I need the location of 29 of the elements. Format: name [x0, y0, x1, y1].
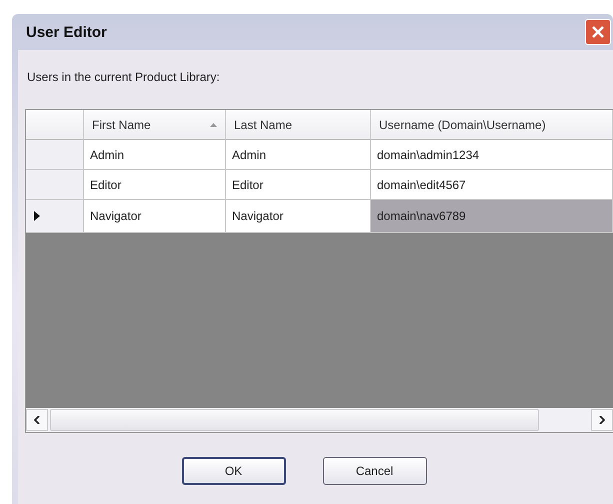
- scroll-left-button[interactable]: [26, 409, 48, 431]
- table-cell[interactable]: Admin: [226, 140, 371, 170]
- column-header[interactable]: Last Name: [226, 110, 371, 140]
- close-icon: [590, 24, 606, 40]
- current-row-icon: [34, 211, 40, 221]
- scrollbar-thumb[interactable]: [50, 409, 539, 431]
- caption-label: Users in the current Product Library:: [27, 70, 221, 84]
- table-cell[interactable]: domain\nav6789: [371, 200, 613, 233]
- window-title: User Editor: [26, 24, 107, 40]
- table-cell[interactable]: Navigator: [84, 200, 226, 233]
- table-cell[interactable]: Admin: [84, 140, 226, 170]
- table-cell[interactable]: Navigator: [226, 200, 371, 233]
- row-header[interactable]: [26, 170, 84, 200]
- scroll-right-button[interactable]: [591, 409, 613, 431]
- chevron-right-icon: [599, 416, 605, 424]
- table-cell[interactable]: Editor: [84, 170, 226, 200]
- column-header[interactable]: Username (Domain\Username): [371, 110, 613, 140]
- row-header[interactable]: [26, 140, 84, 170]
- cancel-button[interactable]: Cancel: [322, 457, 426, 485]
- ok-button[interactable]: OK: [182, 457, 286, 485]
- table-cell[interactable]: domain\admin1234: [371, 140, 613, 170]
- row-header[interactable]: [26, 200, 84, 233]
- column-header[interactable]: First Name: [84, 110, 226, 140]
- table-cell[interactable]: Editor: [226, 170, 371, 200]
- table-cell[interactable]: domain\edit4567: [371, 170, 613, 200]
- close-button[interactable]: [585, 19, 611, 45]
- chevron-left-icon: [34, 416, 40, 424]
- horizontal-scrollbar[interactable]: [26, 408, 613, 432]
- corner-header: [26, 110, 84, 140]
